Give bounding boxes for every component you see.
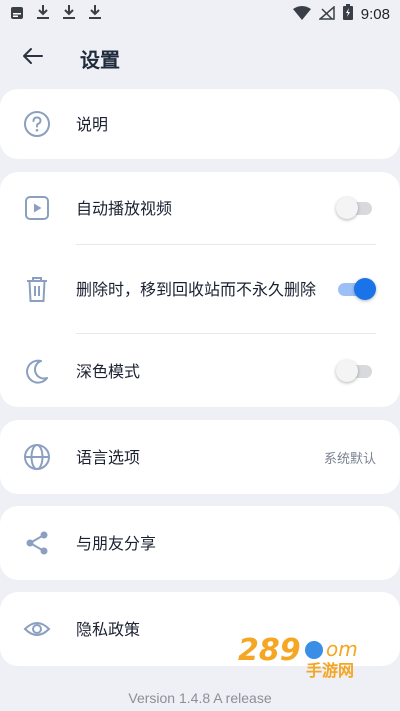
settings-item-label: 语言选项 <box>76 447 141 467</box>
moon-icon <box>22 356 52 386</box>
trash-toggle[interactable] <box>336 276 376 302</box>
settings-item-language[interactable]: 语言选项 系统默认 <box>0 420 400 494</box>
globe-icon <box>22 442 52 472</box>
svg-text:om: om <box>326 637 358 661</box>
share-icon <box>22 528 52 558</box>
settings-item-label: 说明 <box>76 114 109 134</box>
wifi-icon <box>292 5 311 24</box>
trash-icon <box>22 274 52 304</box>
help-card: 说明 <box>0 89 400 159</box>
download-icon <box>36 4 50 24</box>
toggle-thumb <box>354 278 376 300</box>
arrow-left-icon <box>21 47 43 69</box>
language-value: 系统默认 <box>323 451 376 467</box>
share-card: 与朋友分享 <box>0 506 400 580</box>
download-icon <box>88 4 102 24</box>
settings-item-help[interactable]: 说明 <box>0 89 400 159</box>
question-circle-icon <box>22 109 52 139</box>
toggle-thumb <box>336 197 358 219</box>
autoplay-toggle[interactable] <box>336 195 376 221</box>
eye-icon <box>22 614 52 644</box>
toggles-card: 自动播放视频 删除时，移到回收站而不永久删除 深色模式 <box>0 172 400 407</box>
settings-item-label: 隐私政策 <box>76 619 141 639</box>
page-title: 设置 <box>80 47 120 72</box>
dark-mode-toggle[interactable] <box>336 358 376 384</box>
back-button[interactable] <box>4 30 60 86</box>
app-notification-icon <box>10 5 24 24</box>
play-square-icon <box>22 193 52 223</box>
watermark-logo: 289 om 手游网 <box>236 630 386 680</box>
status-bar: 9:08 <box>0 0 400 28</box>
settings-item-label: 深色模式 <box>76 361 141 381</box>
clock-time: 9:08 <box>360 5 390 23</box>
download-icon <box>62 4 76 24</box>
settings-item-trash[interactable]: 删除时，移到回收站而不永久删除 <box>0 245 400 333</box>
no-signal-icon <box>317 4 335 24</box>
settings-item-share[interactable]: 与朋友分享 <box>0 506 400 580</box>
settings-screen: 9:08 设置 说明 自动播放视频 删除时，移到回收站而不永久删除 深色模式 语… <box>0 0 400 711</box>
version-text: Version 1.4.8 A release <box>128 690 272 706</box>
settings-item-label: 与朋友分享 <box>76 533 157 553</box>
settings-item-dark-mode[interactable]: 深色模式 <box>0 334 400 408</box>
svg-text:手游网: 手游网 <box>306 661 354 678</box>
toggle-thumb <box>336 360 358 382</box>
svg-text:289: 289 <box>238 633 301 668</box>
settings-item-label: 删除时，移到回收站而不永久删除 <box>76 279 317 299</box>
language-card: 语言选项 系统默认 <box>0 420 400 494</box>
settings-item-autoplay[interactable]: 自动播放视频 <box>0 172 400 244</box>
app-bar: 设置 <box>0 28 400 88</box>
battery-charging-icon <box>342 4 353 24</box>
settings-item-label: 自动播放视频 <box>76 198 173 218</box>
